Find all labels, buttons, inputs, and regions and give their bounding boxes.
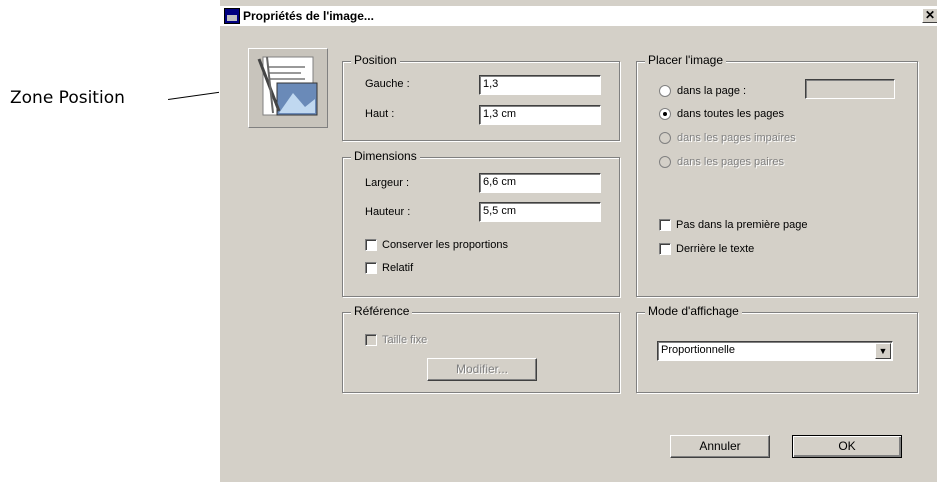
title-bar[interactable]: Propriétés de l'image... ✕ xyxy=(220,6,937,26)
height-label: Hauteur : xyxy=(365,206,411,218)
reference-legend: Référence xyxy=(351,304,413,318)
ok-button[interactable]: OK xyxy=(792,435,902,458)
checkbox-box xyxy=(365,262,377,274)
relative-checkbox[interactable]: Relatif xyxy=(365,262,413,274)
dimensions-group: Dimensions Largeur : 6,6 cm Hauteur : 5,… xyxy=(342,149,620,297)
checkbox-box xyxy=(365,334,377,346)
behind-text-label: Derrière le texte xyxy=(676,243,755,255)
window-title: Propriétés de l'image... xyxy=(243,9,374,23)
fixed-size-checkbox[interactable]: Taille fixe xyxy=(365,334,427,346)
dimensions-legend: Dimensions xyxy=(351,149,420,163)
image-properties-icon xyxy=(248,48,328,128)
placement-legend: Placer l'image xyxy=(645,53,726,67)
position-legend: Position xyxy=(351,53,400,67)
reference-group: Référence Taille fixe Modifier... xyxy=(342,304,620,393)
top-label: Haut : xyxy=(365,108,395,120)
radio-on-page-label: dans la page : xyxy=(677,85,747,97)
placement-group: Placer l'image dans la page : dans toute… xyxy=(636,53,918,297)
left-label: Gauche : xyxy=(365,78,410,90)
display-mode-value: Proportionnelle xyxy=(661,344,735,356)
callout-label: Zone Position xyxy=(10,88,125,108)
relative-label: Relatif xyxy=(382,262,414,274)
checkbox-box xyxy=(659,219,671,231)
keep-proportions-checkbox[interactable]: Conserver les proportions xyxy=(365,239,508,251)
display-mode-legend: Mode d'affichage xyxy=(645,304,742,318)
radio-dot xyxy=(659,85,671,97)
radio-dot xyxy=(659,108,671,120)
width-label: Largeur : xyxy=(365,177,410,189)
chevron-down-icon[interactable]: ▼ xyxy=(875,343,891,359)
image-window-icon xyxy=(224,8,240,24)
radio-odd-pages-label: dans les pages impaires xyxy=(677,132,796,144)
left-input[interactable]: 1,3 xyxy=(479,75,601,95)
display-mode-select[interactable]: Proportionnelle ▼ xyxy=(657,341,893,361)
checkbox-box xyxy=(365,239,377,251)
radio-dot xyxy=(659,132,671,144)
radio-even-pages[interactable]: dans les pages paires xyxy=(659,156,784,168)
radio-on-page[interactable]: dans la page : xyxy=(659,85,746,97)
position-group: Position Gauche : 1,3 Haut : 1,3 cm xyxy=(342,53,620,141)
keep-proportions-label: Conserver les proportions xyxy=(382,239,508,251)
fixed-size-label: Taille fixe xyxy=(382,334,428,346)
cancel-button[interactable]: Annuler xyxy=(670,435,770,458)
top-input[interactable]: 1,3 cm xyxy=(479,105,601,125)
checkbox-box xyxy=(659,243,671,255)
radio-odd-pages[interactable]: dans les pages impaires xyxy=(659,132,796,144)
behind-text-checkbox[interactable]: Derrière le texte xyxy=(659,243,754,255)
page-number-input[interactable] xyxy=(805,79,895,99)
radio-dot xyxy=(659,156,671,168)
properties-dialog: Propriétés de l'image... ✕ Position Gauc… xyxy=(219,0,937,482)
radio-all-pages[interactable]: dans toutes les pages xyxy=(659,108,784,120)
radio-even-pages-label: dans les pages paires xyxy=(677,156,785,168)
modify-button[interactable]: Modifier... xyxy=(427,358,537,381)
not-first-page-checkbox[interactable]: Pas dans la première page xyxy=(659,219,807,231)
height-input[interactable]: 5,5 cm xyxy=(479,202,601,222)
close-button[interactable]: ✕ xyxy=(922,8,937,23)
width-input[interactable]: 6,6 cm xyxy=(479,173,601,193)
display-mode-group: Mode d'affichage Proportionnelle ▼ xyxy=(636,304,918,393)
not-first-page-label: Pas dans la première page xyxy=(676,219,808,231)
radio-all-pages-label: dans toutes les pages xyxy=(677,108,785,120)
